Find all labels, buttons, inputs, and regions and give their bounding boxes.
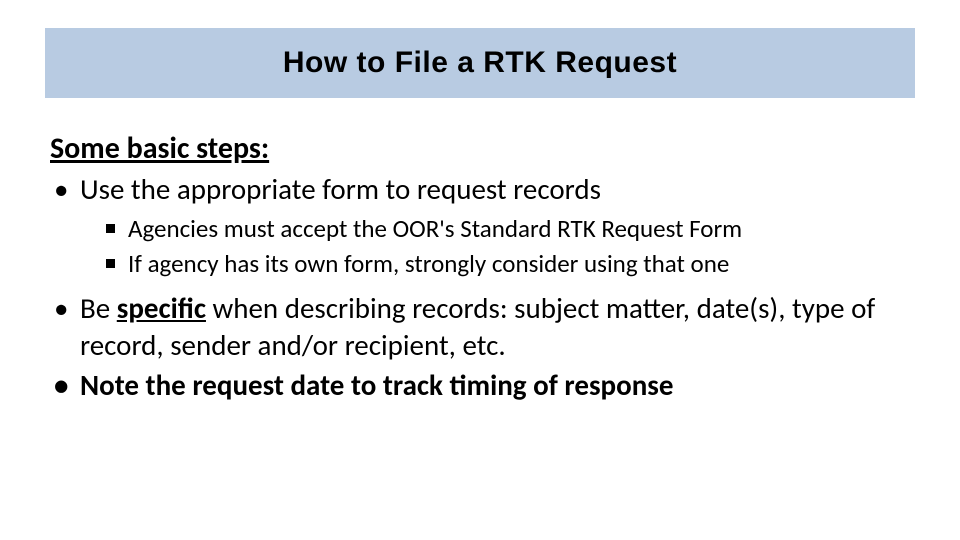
bullet-text-pre: Be	[80, 290, 117, 326]
bullet-list: Use the appropriate form to request reco…	[50, 171, 910, 403]
bullet-text: If agency has its own form, strongly con…	[128, 248, 729, 279]
list-item: Agencies must accept the OOR's Standard …	[102, 213, 910, 246]
section-heading: Some basic steps:	[50, 130, 910, 167]
content-area: Some basic steps: Use the appropriate fo…	[50, 130, 910, 407]
list-item: If agency has its own form, strongly con…	[102, 248, 910, 281]
sub-bullet-list: Agencies must accept the OOR's Standard …	[102, 213, 910, 280]
bullet-text: Note the request date to track timing of…	[80, 367, 673, 403]
slide-title: How to File a RTK Request	[283, 46, 677, 80]
slide: How to File a RTK Request Some basic ste…	[0, 0, 960, 540]
list-item: Be specific when describing records: sub…	[50, 290, 910, 363]
bullet-text-emph: specific	[117, 290, 206, 326]
list-item: Note the request date to track timing of…	[50, 367, 910, 403]
title-bar: How to File a RTK Request	[45, 28, 915, 98]
bullet-text: Agencies must accept the OOR's Standard …	[128, 213, 742, 244]
bullet-text: Use the appropriate form to request reco…	[80, 171, 601, 207]
list-item: Use the appropriate form to request reco…	[50, 171, 910, 280]
